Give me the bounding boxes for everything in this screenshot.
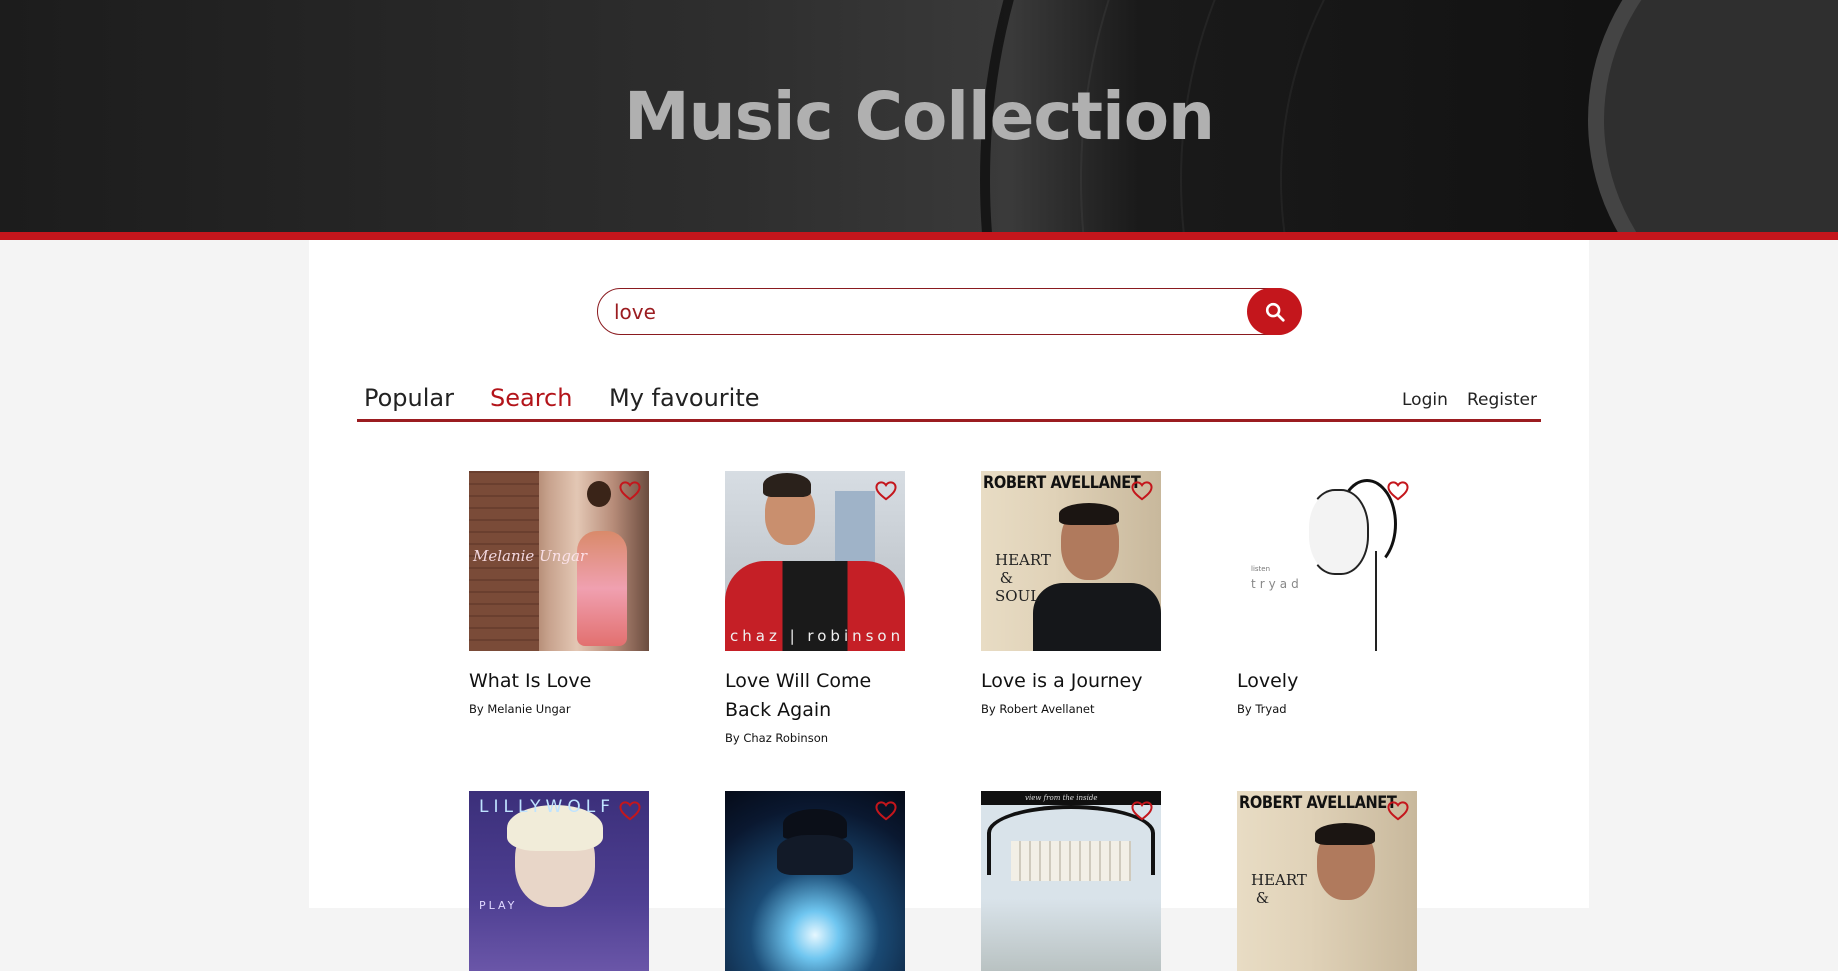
heart-icon[interactable] xyxy=(1131,481,1153,501)
figure-shoulders xyxy=(777,835,853,875)
search-button[interactable] xyxy=(1247,288,1302,335)
search-input[interactable] xyxy=(614,297,1224,327)
search-bar xyxy=(597,288,1301,335)
cover-subtitle: HEART & SOUL xyxy=(995,551,1051,605)
cover-artist-text: ROBERT AVELLANET xyxy=(983,473,1141,493)
palace-building xyxy=(1011,841,1131,881)
heart-icon[interactable] xyxy=(619,481,641,501)
cover-subtitle: HEART & xyxy=(1251,871,1307,907)
album-title[interactable]: What Is Love xyxy=(469,667,659,696)
album-artist: By Robert Avellanet xyxy=(981,702,1095,716)
heart-icon[interactable] xyxy=(875,481,897,501)
nav-bar: Popular Search My favourite Login Regist… xyxy=(357,384,1541,424)
search-icon xyxy=(1265,302,1285,322)
heart-icon[interactable] xyxy=(1131,801,1153,821)
album-title[interactable]: Love is a Journey xyxy=(981,667,1171,696)
album-artist: By Melanie Ungar xyxy=(469,702,571,716)
hero-divider xyxy=(0,232,1838,240)
heart-icon[interactable] xyxy=(875,801,897,821)
nav-underline xyxy=(357,419,1541,422)
cover-artist-text: chaz | robinson xyxy=(730,627,905,645)
cover-artist-text: Melanie Ungar xyxy=(473,547,588,565)
cover-artist-text: ROBERT AVELLANET xyxy=(1239,793,1397,813)
album-artist: By Chaz Robinson xyxy=(725,731,829,745)
page-title: Music Collection xyxy=(623,78,1215,155)
login-link[interactable]: Login xyxy=(1402,390,1448,410)
heart-icon[interactable] xyxy=(1387,481,1409,501)
cover-small-text: listen xyxy=(1251,565,1271,573)
figure-head xyxy=(587,481,611,507)
tab-my-favourite[interactable]: My favourite xyxy=(609,384,760,412)
album-title[interactable]: Love Will Come Back Again xyxy=(725,667,915,725)
cover-small-text: PLAY xyxy=(479,899,518,912)
heart-icon[interactable] xyxy=(1387,801,1409,821)
register-link[interactable]: Register xyxy=(1467,390,1537,410)
figure-hair xyxy=(763,473,811,497)
tab-search[interactable]: Search xyxy=(490,384,572,412)
album-title[interactable]: Lovely xyxy=(1237,667,1427,696)
figure-arm xyxy=(1375,551,1387,651)
hero-banner: Music Collection xyxy=(0,0,1838,232)
tab-popular[interactable]: Popular xyxy=(364,384,454,412)
cover-artist-text: tryad xyxy=(1251,577,1303,591)
figure-suit xyxy=(1033,583,1161,651)
heart-icon[interactable] xyxy=(619,801,641,821)
album-artist: By Tryad xyxy=(1237,702,1287,716)
figure-hair xyxy=(1315,823,1375,845)
cover-small-text: view from the inside xyxy=(1025,794,1098,802)
cover-artist-text: LILLYWOLF xyxy=(479,797,615,817)
figure-hair xyxy=(1059,503,1119,525)
